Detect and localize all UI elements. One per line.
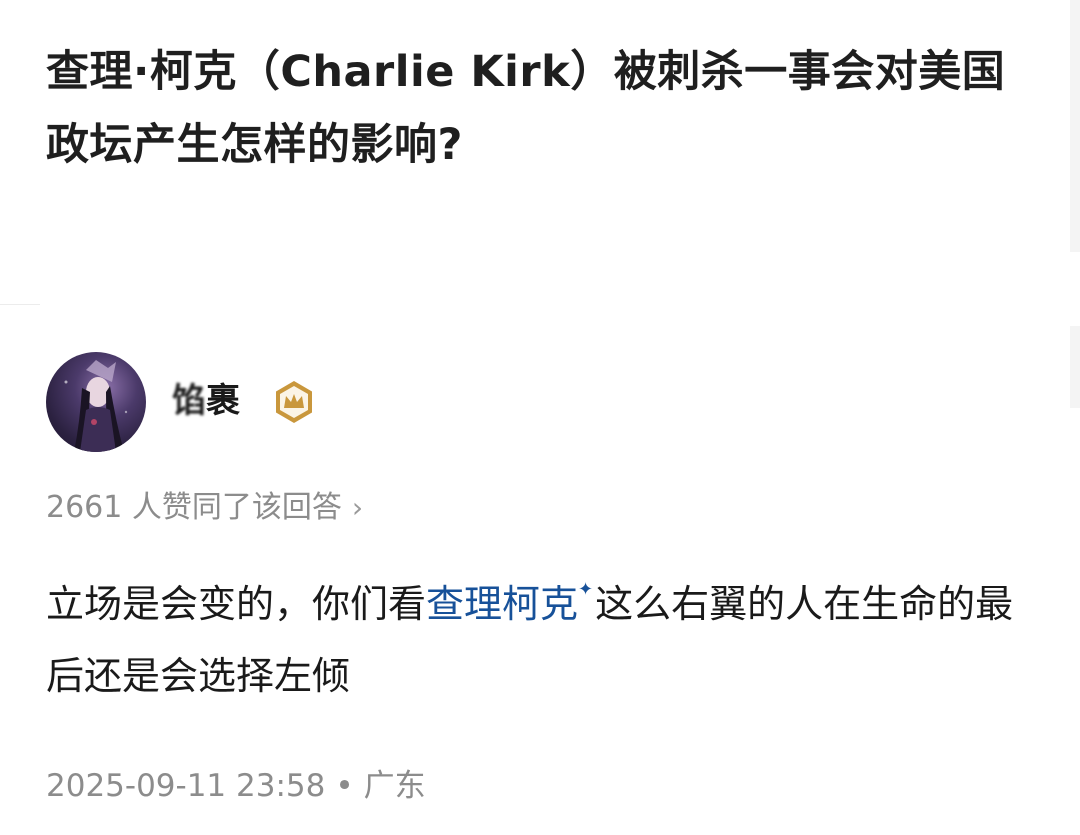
crown-badge-icon[interactable]: [270, 378, 318, 426]
answer-text-start: 立场是会变的，你们看: [46, 582, 427, 626]
scroll-shade: [1070, 0, 1080, 252]
answer-location: 广东: [363, 768, 426, 804]
question-title[interactable]: 查理·柯克（Charlie Kirk）被刺杀一事会对美国政坛产生怎样的影响?: [46, 36, 1036, 182]
author-name-obscured: 馅: [172, 381, 206, 421]
vote-count-link[interactable]: 2661 人赞同了该回答 ›: [46, 488, 363, 528]
author-name[interactable]: 馅裹: [172, 376, 240, 426]
avatar-image: [64, 360, 128, 452]
answer-meta: 2025-09-11 23:58 • 广东: [46, 766, 426, 806]
chevron-right-icon: ›: [351, 491, 364, 524]
answer-page: 查理·柯克（Charlie Kirk）被刺杀一事会对美国政坛产生怎样的影响? 馅…: [0, 0, 1080, 835]
meta-separator: •: [335, 768, 354, 804]
sparkle-icon: ✦: [578, 579, 594, 600]
answer-timestamp: 2025-09-11 23:58: [46, 768, 326, 804]
divider: [0, 304, 40, 305]
avatar[interactable]: [46, 352, 146, 452]
vote-count-text: 2661 人赞同了该回答: [46, 490, 342, 525]
answer-content: 立场是会变的，你们看查理柯克✦这么右翼的人在生命的最后还是会选择左倾: [46, 554, 1036, 712]
topic-link[interactable]: 查理柯克: [426, 582, 578, 626]
author-name-visible: 裹: [206, 381, 240, 421]
answer-card: 馅裹 2661 人赞同了该回答 › 立场是会变的，你们看查理柯克✦这么右翼的人在…: [0, 340, 1080, 835]
